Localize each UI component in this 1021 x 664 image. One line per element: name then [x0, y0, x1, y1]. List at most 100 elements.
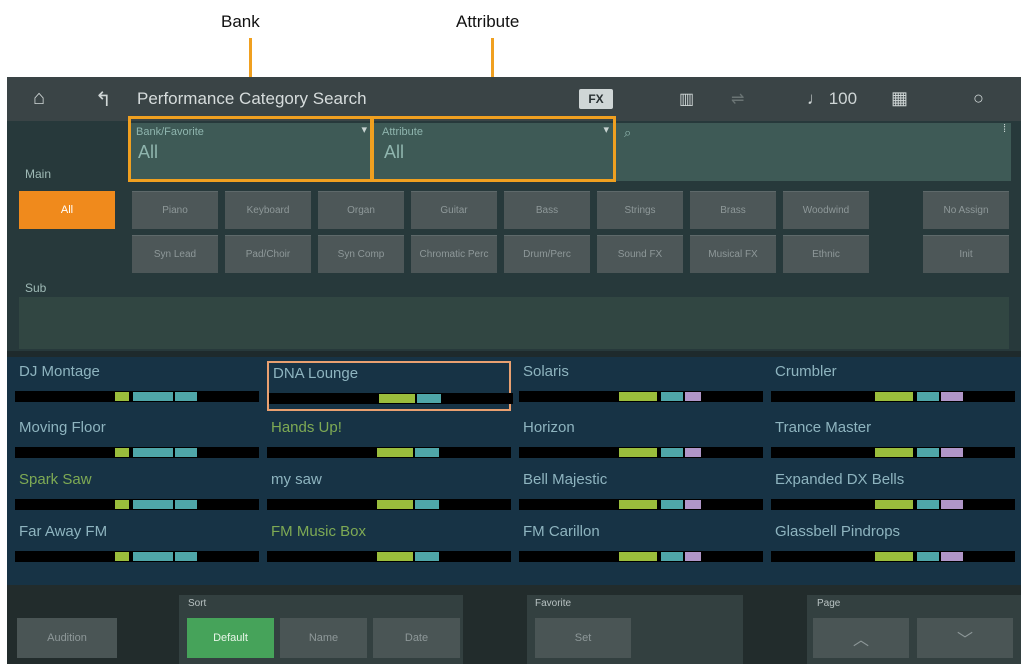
usb-icon: ⇌	[731, 91, 745, 108]
part-tag	[661, 500, 683, 509]
tempo-display[interactable]: ♩ 100	[807, 89, 857, 109]
sub-cat-syn-lead[interactable]: Syn Lead	[132, 235, 218, 273]
performance-item[interactable]: Solaris	[519, 361, 763, 411]
part-tag	[379, 394, 415, 403]
part-tag	[115, 500, 129, 509]
part-tag	[917, 392, 939, 401]
main-cat-no-assign[interactable]: No Assign	[923, 191, 1009, 229]
part-tag	[941, 500, 963, 509]
main-cat-strings[interactable]: Strings	[597, 191, 683, 229]
performance-item[interactable]: DJ Montage	[15, 361, 259, 411]
part-tag	[917, 500, 939, 509]
performance-list: DJ Montage DNA Lounge Solaris Crumbler Movin…	[7, 357, 1021, 585]
part-tag	[917, 448, 939, 457]
sub-cat-drum-perc[interactable]: Drum/Perc	[504, 235, 590, 273]
sub-category-field[interactable]	[19, 297, 1009, 349]
performance-name: Horizon	[523, 419, 575, 436]
part-tag	[175, 500, 197, 509]
page-down-button[interactable]: ﹀	[917, 618, 1013, 658]
keyboard-icon[interactable]: ▥	[679, 89, 694, 109]
part-tag	[175, 392, 197, 401]
part-tag	[115, 392, 129, 401]
performance-name: Far Away FM	[19, 523, 108, 540]
part-tag	[685, 552, 701, 561]
dropdown-arrow-icon: ▾	[603, 124, 609, 136]
part-tag	[685, 392, 701, 401]
part-tag	[875, 552, 913, 561]
sub-cat-ethnic[interactable]: Ethnic	[783, 235, 869, 273]
synth-screen: ⌂ ↰ Performance Category Search FX ▥ ⇌ ♩…	[7, 77, 1021, 664]
search-field[interactable]: ⌕ ⁞	[616, 123, 1011, 181]
performance-item[interactable]: DNA Lounge	[267, 361, 513, 411]
dropdown-arrow-icon: ▾	[361, 124, 367, 136]
performance-item[interactable]: Far Away FM	[15, 521, 259, 571]
attribute-field[interactable]: Attribute ▾ All	[374, 123, 614, 181]
page-up-button[interactable]: ︿	[813, 618, 909, 658]
performance-item[interactable]: FM Music Box	[267, 521, 511, 571]
part-indicator-bar	[771, 499, 1015, 510]
category-all-button[interactable]: All	[19, 191, 115, 229]
part-indicator-bar	[267, 551, 511, 562]
performance-name: DNA Lounge	[273, 365, 359, 382]
bank-callout-label: Bank	[221, 12, 260, 31]
part-tag	[941, 392, 963, 401]
part-tag	[661, 392, 683, 401]
bank-favorite-field[interactable]: Bank/Favorite ▾ All	[128, 123, 372, 181]
main-cat-woodwind[interactable]: Woodwind	[783, 191, 869, 229]
sub-cat-syn-comp[interactable]: Syn Comp	[318, 235, 404, 273]
sub-cat-sound-fx[interactable]: Sound FX	[597, 235, 683, 273]
audition-button[interactable]: Audition	[17, 618, 117, 658]
sub-cat-chromatic-perc[interactable]: Chromatic Perc	[411, 235, 497, 273]
part-tag	[661, 552, 683, 561]
part-tag	[133, 500, 173, 509]
favorite-title: Favorite	[535, 598, 572, 609]
fx-badge[interactable]: FX	[579, 89, 613, 109]
performance-item[interactable]: Bell Majestic	[519, 469, 763, 519]
part-tag	[619, 448, 657, 457]
chevron-down-icon: ﹀	[956, 632, 973, 649]
main-cat-guitar[interactable]: Guitar	[411, 191, 497, 229]
performance-item[interactable]: my saw	[267, 469, 511, 519]
performance-name: DJ Montage	[19, 363, 100, 380]
performance-name: Crumbler	[775, 363, 837, 380]
part-tag	[415, 500, 439, 509]
performance-item[interactable]: Trance Master	[771, 417, 1015, 467]
main-cat-organ[interactable]: Organ	[318, 191, 404, 229]
performance-item[interactable]: Spark Saw	[15, 469, 259, 519]
sub-cat-pad-choir[interactable]: Pad/Choir	[225, 235, 311, 273]
main-cat-piano[interactable]: Piano	[132, 191, 218, 229]
part-tag	[377, 552, 413, 561]
main-cat-keyboard[interactable]: Keyboard	[225, 191, 311, 229]
main-cat-bass[interactable]: Bass	[504, 191, 590, 229]
main-cat-brass[interactable]: Brass	[690, 191, 776, 229]
performance-name: my saw	[271, 471, 322, 488]
performance-item[interactable]: Horizon	[519, 417, 763, 467]
performance-item[interactable]: Expanded DX Bells	[771, 469, 1015, 519]
part-tag	[941, 448, 963, 457]
performance-item[interactable]: Hands Up!	[267, 417, 511, 467]
sub-cat-musical-fx[interactable]: Musical FX	[690, 235, 776, 273]
home-icon[interactable]: ⌂	[33, 87, 45, 110]
performance-name: Moving Floor	[19, 419, 106, 436]
part-tag	[941, 552, 963, 561]
back-arrow-icon[interactable]: ↰	[95, 87, 112, 112]
part-tag	[115, 552, 129, 561]
sort-default-button[interactable]: Default	[187, 618, 274, 658]
part-tag	[685, 500, 701, 509]
attribute-value: All	[384, 142, 405, 162]
performance-item[interactable]: FM Carillon	[519, 521, 763, 571]
grid-icon[interactable]: ▦	[891, 88, 908, 109]
favorite-set-button[interactable]: Set	[535, 618, 631, 658]
part-tag	[415, 448, 439, 457]
performance-item[interactable]: Glassbell Pindrops	[771, 521, 1015, 571]
sort-name-button[interactable]: Name	[280, 618, 367, 658]
sort-date-button[interactable]: Date	[373, 618, 460, 658]
page-title-label: Page	[817, 598, 841, 609]
settings-circle-icon[interactable]: ○	[973, 88, 984, 109]
performance-item[interactable]: Moving Floor	[15, 417, 259, 467]
performance-item[interactable]: Crumbler	[771, 361, 1015, 411]
sub-cat-init[interactable]: Init	[923, 235, 1009, 273]
performance-name: Hands Up!	[271, 419, 342, 436]
performance-name: FM Music Box	[271, 523, 367, 540]
performance-name: Glassbell Pindrops	[775, 523, 901, 540]
